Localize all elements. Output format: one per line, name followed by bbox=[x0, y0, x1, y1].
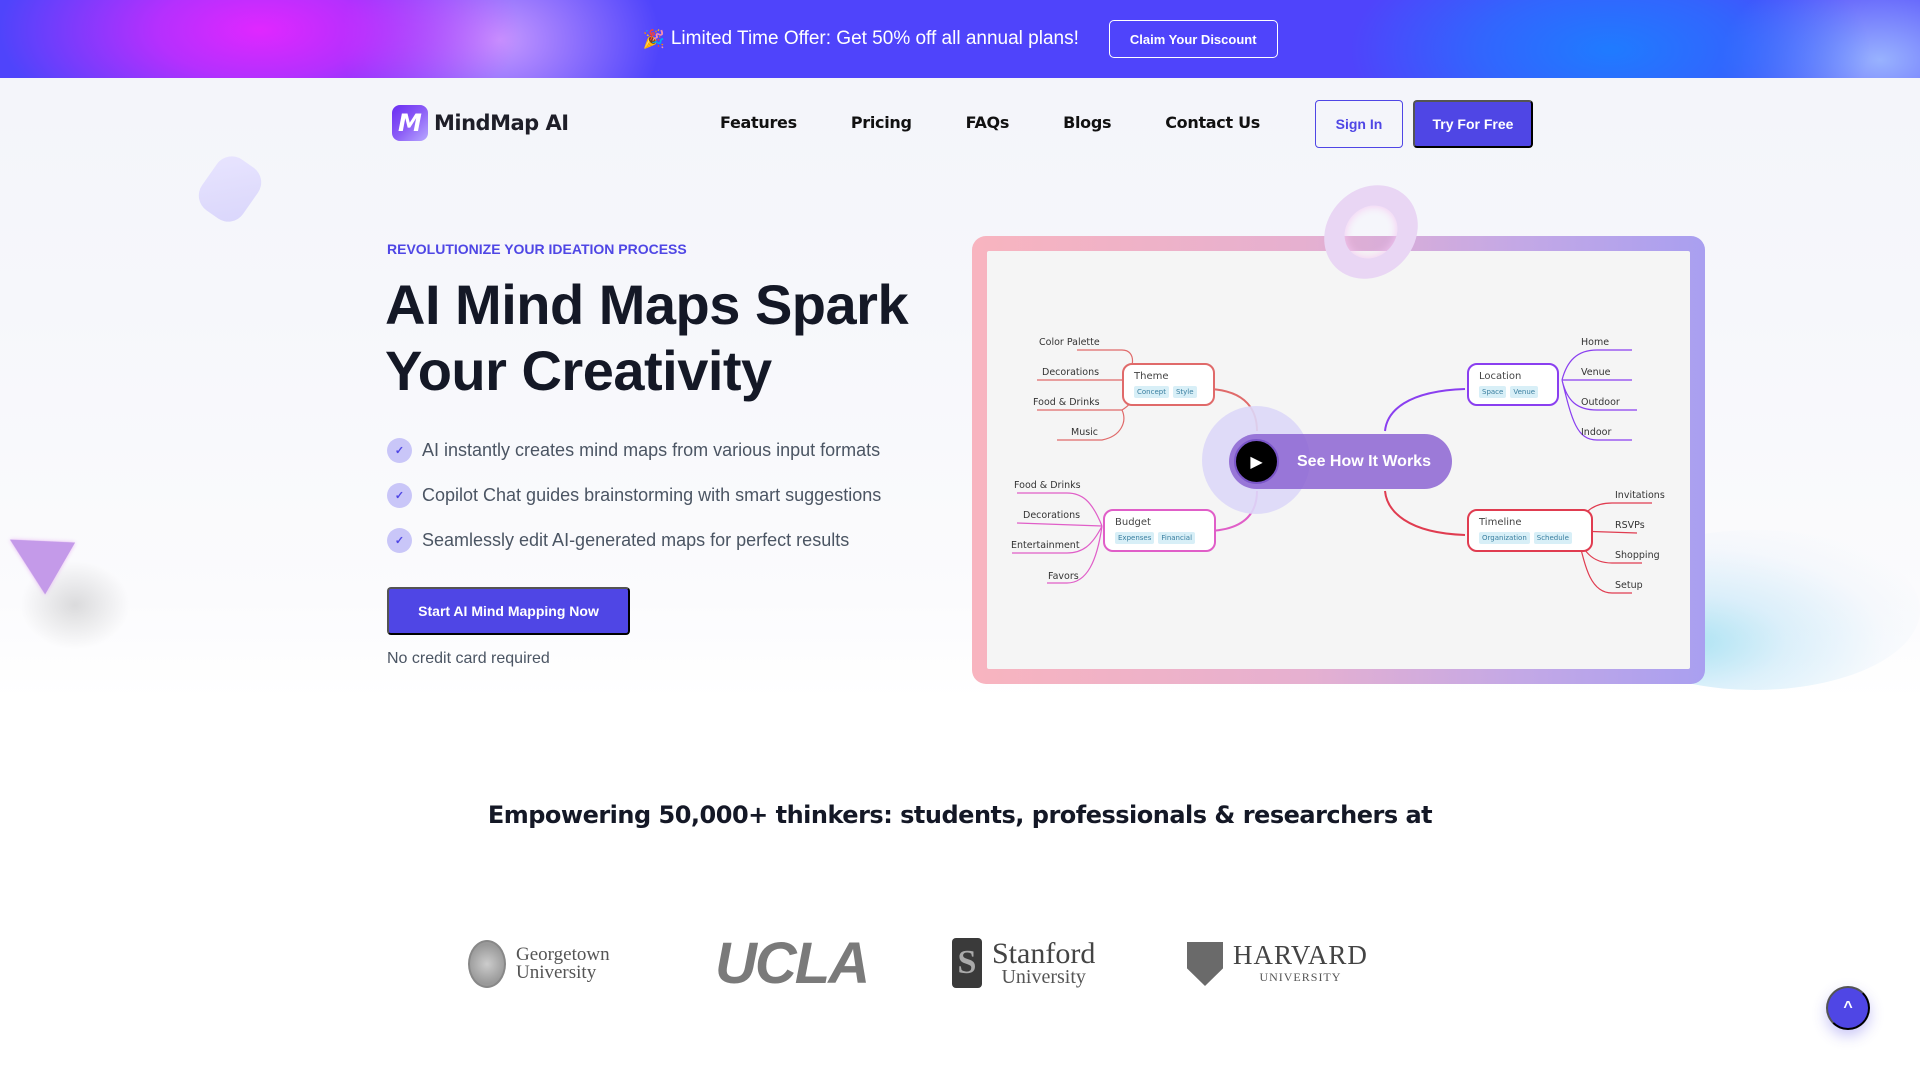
node-tag: Schedule bbox=[1533, 532, 1572, 544]
hero-headline: AI Mind Maps Spark Your Creativity bbox=[385, 273, 909, 402]
leaf-node: Favors bbox=[1048, 571, 1079, 582]
stanford-tree-icon: S bbox=[952, 938, 982, 988]
logo-text: MindMap AI bbox=[434, 111, 569, 135]
leaf-node: Music bbox=[1071, 427, 1099, 438]
connector-location bbox=[1384, 388, 1466, 432]
node-tag: Organization bbox=[1479, 532, 1530, 544]
mindmap-canvas: Theme Concept Style Color Palette Decorat… bbox=[987, 251, 1690, 669]
check-icon: ✓ bbox=[387, 528, 412, 553]
feature-text: Seamlessly edit AI-generated maps for pe… bbox=[422, 530, 850, 550]
feature-text: AI instantly creates mind maps from vari… bbox=[422, 440, 881, 460]
logo-line: University bbox=[1001, 966, 1086, 988]
leaf-node: Food & Drinks bbox=[1033, 397, 1100, 408]
nav-faqs[interactable]: FAQs bbox=[966, 113, 1010, 132]
logo-line: UNIVERSITY bbox=[1259, 970, 1342, 984]
leaf-node: Setup bbox=[1615, 580, 1643, 591]
leaf-node: RSVPs bbox=[1615, 520, 1645, 531]
leaf-node: Invitations bbox=[1615, 490, 1665, 501]
nav-blogs[interactable]: Blogs bbox=[1063, 113, 1111, 132]
node-tag: Expenses bbox=[1115, 532, 1155, 544]
node-title: Timeline bbox=[1479, 517, 1522, 528]
logo-line: Stanford bbox=[992, 937, 1096, 970]
node-tag: Space bbox=[1479, 386, 1507, 398]
logo-line: HARVARD bbox=[1233, 940, 1368, 970]
see-how-it-works-label: See How It Works bbox=[1297, 452, 1431, 470]
university-logos: Georgetown University UCLA S Stanford Univ… bbox=[390, 931, 1530, 996]
nav-features[interactable]: Features bbox=[720, 113, 797, 132]
node-tag: Financial bbox=[1158, 532, 1196, 544]
claim-discount-button[interactable]: Claim Your Discount bbox=[1108, 20, 1278, 58]
sign-in-button[interactable]: Sign In bbox=[1315, 100, 1403, 148]
node-title: Theme bbox=[1134, 371, 1169, 382]
promo-banner: 🎉 Limited Time Offer: Get 50% off all an… bbox=[0, 0, 1920, 78]
check-icon: ✓ bbox=[387, 438, 412, 463]
hero-eyebrow: REVOLUTIONIZE YOUR IDEATION PROCESS bbox=[387, 241, 687, 257]
social-proof-heading: Empowering 50,000+ thinkers: students, p… bbox=[487, 801, 1433, 829]
node-tag: Style bbox=[1172, 386, 1197, 398]
logo-harvard: HARVARD UNIVERSITY bbox=[1187, 942, 1368, 986]
see-how-it-works-button[interactable]: ▶ See How It Works bbox=[1229, 434, 1452, 489]
main-nav: Features Pricing FAQs Blogs Contact Us bbox=[720, 113, 1314, 132]
play-icon[interactable]: ▶ bbox=[1234, 439, 1279, 484]
node-tag: Venue bbox=[1510, 386, 1539, 398]
leaf-node: Indoor bbox=[1581, 427, 1612, 438]
mindmap-preview-frame: Theme Concept Style Color Palette Decorat… bbox=[972, 236, 1705, 684]
node-title: Budget bbox=[1115, 517, 1151, 528]
start-mind-mapping-button[interactable]: Start AI Mind Mapping Now bbox=[387, 587, 630, 635]
nav-pricing[interactable]: Pricing bbox=[851, 113, 912, 132]
feature-item: ✓ Copilot Chat guides brainstorming with … bbox=[387, 473, 881, 518]
feature-item: ✓ AI instantly creates mind maps from var… bbox=[387, 428, 881, 473]
logo-ucla: UCLA bbox=[715, 930, 870, 997]
no-credit-card-note: No credit card required bbox=[387, 650, 550, 667]
georgetown-seal-icon bbox=[468, 940, 506, 988]
node-tag: Concept bbox=[1134, 386, 1169, 398]
leaf-node: Home bbox=[1581, 337, 1610, 348]
leaf-node: Decorations bbox=[1023, 510, 1081, 521]
leaf-node: Shopping bbox=[1615, 550, 1660, 561]
node-title: Location bbox=[1479, 371, 1522, 382]
try-for-free-button[interactable]: Try For Free bbox=[1413, 100, 1533, 148]
leaf-node: Food & Drinks bbox=[1014, 480, 1081, 491]
mindmap-node-budget: Budget Expenses Financial bbox=[1103, 509, 1216, 552]
connector-timeline bbox=[1384, 490, 1466, 536]
mindmap-node-theme: Theme Concept Style bbox=[1122, 363, 1215, 406]
check-icon: ✓ bbox=[387, 483, 412, 508]
feature-item: ✓ Seamlessly edit AI-generated maps for p… bbox=[387, 518, 881, 563]
logo-georgetown: Georgetown University bbox=[468, 940, 610, 988]
harvard-shield-icon bbox=[1187, 942, 1223, 986]
nav-contact-us[interactable]: Contact Us bbox=[1165, 113, 1260, 132]
leaf-node: Venue bbox=[1581, 367, 1611, 378]
feature-list: ✓ AI instantly creates mind maps from var… bbox=[387, 428, 881, 563]
leaf-node: Entertainment bbox=[1011, 540, 1080, 551]
mindmap-node-location: Location Space Venue bbox=[1467, 363, 1559, 406]
feature-text: Copilot Chat guides brainstorming with s… bbox=[422, 485, 882, 505]
scroll-to-top-button[interactable]: ^ bbox=[1826, 986, 1870, 1030]
chevron-up-icon: ^ bbox=[1843, 999, 1853, 1016]
decorative-cylinder bbox=[191, 149, 269, 229]
leaf-node: Outdoor bbox=[1581, 397, 1620, 408]
party-popper-icon: 🎉 bbox=[642, 28, 665, 49]
logo-line: University bbox=[516, 962, 597, 983]
logo-line: UCLA bbox=[715, 931, 870, 996]
logo-stanford: S Stanford University bbox=[952, 938, 1095, 988]
logo[interactable]: M MindMap AI bbox=[392, 105, 569, 141]
logo-mark-icon: M bbox=[392, 105, 428, 141]
leaf-node: Color Palette bbox=[1039, 337, 1100, 348]
leaf-node: Decorations bbox=[1042, 367, 1100, 378]
promo-message: 🎉 Limited Time Offer: Get 50% off all an… bbox=[642, 28, 1078, 50]
promo-text: Limited Time Offer: Get 50% off all annu… bbox=[670, 28, 1079, 49]
mindmap-node-timeline: Timeline Organization Schedule bbox=[1467, 509, 1593, 552]
